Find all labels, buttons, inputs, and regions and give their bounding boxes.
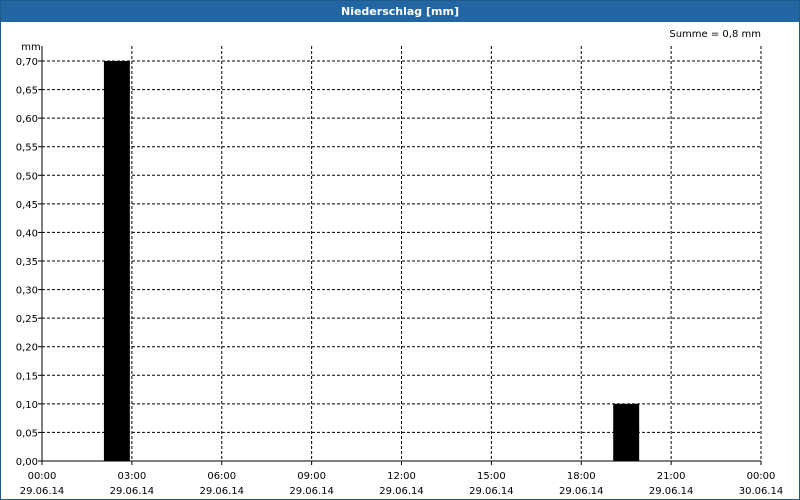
y-tick-label: 0,55	[16, 143, 38, 154]
x-tick-date-label: 29.06.14	[559, 486, 604, 497]
x-tick-time-label: 12:00	[387, 471, 416, 482]
precipitation-bar	[103, 61, 130, 461]
x-tick-date-label: 29.06.14	[469, 486, 514, 497]
y-tick-label: 0,20	[16, 343, 38, 354]
y-tick-label: 0,60	[16, 114, 38, 125]
axes	[38, 46, 762, 465]
y-tick-label: 0,40	[16, 228, 38, 239]
y-tick-label: 0,70	[16, 57, 38, 68]
y-tick-label: 0,25	[16, 314, 38, 325]
precipitation-bar	[613, 403, 640, 461]
x-tick-date-label: 29.06.14	[379, 486, 424, 497]
y-tick-label: 0,65	[16, 86, 38, 97]
y-tick-label: 0,45	[16, 200, 38, 211]
sum-label: Summe = 0,8 mm	[669, 29, 761, 40]
x-tick-date-label: 29.06.14	[110, 486, 155, 497]
x-tick-time-label: 06:00	[207, 471, 236, 482]
y-tick-label: 0,15	[16, 371, 38, 382]
y-tick-label: 0,35	[16, 257, 38, 268]
precipitation-chart: 0,00 0,05 0,10 0,15 0,20 0,25 0,30 0,35 0,40 0,45…	[16, 29, 784, 497]
x-tick-date-label: 29.06.14	[649, 486, 694, 497]
y-tick-label: 0,10	[16, 400, 38, 411]
y-tick-label: 0,05	[16, 428, 38, 439]
tick-labels: 0,00 0,05 0,10 0,15 0,20 0,25 0,30 0,35 0,40 0,45…	[16, 57, 784, 497]
x-tick-date-label: 29.06.14	[289, 486, 334, 497]
x-tick-date-label: 29.06.14	[20, 486, 65, 497]
y-tick-label: 0,50	[16, 171, 38, 182]
x-tick-time-label: 03:00	[117, 471, 146, 482]
x-tick-time-label: 00:00	[747, 471, 776, 482]
y-axis-unit: mm	[21, 42, 40, 53]
x-tick-date-label: 29.06.14	[199, 486, 244, 497]
x-tick-date-label: 30.06.14	[739, 486, 784, 497]
x-tick-time-label: 00:00	[28, 471, 57, 482]
x-tick-time-label: 21:00	[657, 471, 686, 482]
x-tick-time-label: 09:00	[297, 471, 326, 482]
x-tick-time-label: 18:00	[567, 471, 596, 482]
y-tick-label: 0,00	[16, 457, 38, 468]
y-tick-label: 0,30	[16, 286, 38, 297]
x-tick-time-label: 15:00	[477, 471, 506, 482]
chart-window: Niederschlag [mm] 0,00 0,05 0,10 0,15 0,20 0,…	[0, 0, 800, 500]
grid-lines	[42, 46, 762, 461]
